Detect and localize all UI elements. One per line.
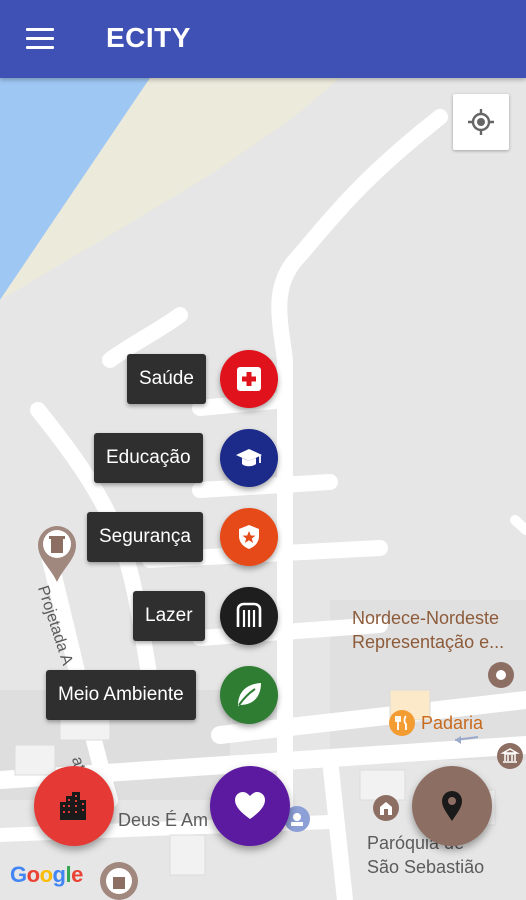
graduation-cap-icon: [236, 449, 262, 467]
museum-poi-icon[interactable]: [496, 742, 524, 770]
health-cross-icon: [237, 367, 261, 391]
fab-label-seguranca[interactable]: Segurança: [87, 512, 203, 562]
location-pin-icon: [442, 791, 462, 821]
trash-bin-pin-icon[interactable]: [36, 523, 78, 583]
poi-label-nordece-2: Representação e...: [352, 632, 505, 652]
location-fab[interactable]: [412, 766, 492, 846]
main-fab[interactable]: [210, 766, 290, 846]
city-buildings-icon: [60, 792, 86, 820]
poi-label-nordece-1: Nordece-Nordeste: [352, 608, 500, 628]
fab-label-saude[interactable]: Saúde: [127, 354, 206, 404]
leisure-gate-icon: [236, 602, 262, 627]
my-location-button[interactable]: [453, 94, 509, 150]
restaurant-poi-icon[interactable]: [388, 709, 416, 737]
heart-icon: [235, 792, 265, 819]
city-fab[interactable]: [34, 766, 114, 846]
poi-label-padaria: Padaria: [421, 713, 484, 733]
fab-label-meio-ambiente[interactable]: Meio Ambiente: [46, 670, 196, 720]
my-location-icon: [468, 109, 494, 135]
google-letter: g: [52, 862, 66, 887]
saude-fab[interactable]: [220, 350, 278, 408]
seguranca-fab[interactable]: [220, 508, 278, 566]
google-letter: o: [26, 862, 40, 887]
trash-bin-pin-icon[interactable]: [98, 860, 140, 900]
church-poi-icon[interactable]: [372, 794, 400, 822]
app-title: ECITY: [106, 22, 191, 53]
poi-label-paroquia-2: São Sebastião: [367, 857, 485, 877]
hamburger-menu-icon[interactable]: [20, 22, 60, 56]
google-letter: e: [71, 862, 83, 887]
leaf-icon: [238, 683, 261, 706]
google-letter: o: [39, 862, 53, 887]
lazer-fab[interactable]: [220, 587, 278, 645]
app-bar: ECITY: [0, 0, 526, 78]
meio-ambiente-fab[interactable]: [220, 666, 278, 724]
poi-generic-icon[interactable]: [487, 661, 515, 689]
google-attribution-logo: Google: [10, 862, 83, 888]
fab-label-educacao[interactable]: Educação: [94, 433, 203, 483]
poi-label-deus-e-am: Deus É Am: [118, 810, 209, 830]
google-letter: G: [10, 862, 27, 887]
educacao-fab[interactable]: [220, 429, 278, 487]
fab-label-lazer[interactable]: Lazer: [133, 591, 205, 641]
police-badge-icon: [239, 525, 259, 549]
